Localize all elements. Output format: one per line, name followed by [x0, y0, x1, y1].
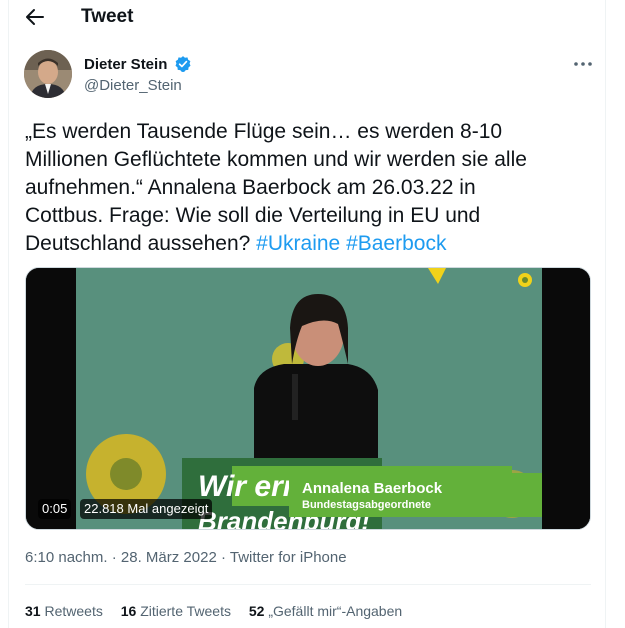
likes-stat[interactable]: 52 „Gefällt mir“-Angaben [249, 603, 402, 619]
tweet-source[interactable]: Twitter for iPhone [230, 549, 347, 566]
lower-third-title: Bundestagsabgeordnete [302, 499, 431, 511]
video-view-count: 22.818 Mal angezeigt [80, 499, 213, 519]
quotes-count: 16 [120, 603, 137, 619]
page-title: Tweet [81, 6, 134, 27]
tweet-stats: 31 Retweets 16 Zitierte Tweets 52 „Gefäl… [25, 603, 416, 619]
lower-third-name: Annalena Baerbock [302, 480, 443, 497]
back-arrow-icon[interactable] [23, 6, 47, 28]
banner-text: Wir ern [198, 470, 301, 503]
retweets-count: 31 [25, 603, 41, 619]
divider [25, 584, 591, 585]
tweet-text: „Es werden Tausende Flüge sein… es werde… [25, 118, 595, 258]
video-frame: Wir ern Brandenburg! Annalena Baerbock B… [26, 268, 590, 529]
hashtag-baerbock[interactable]: #Baerbock [346, 232, 446, 255]
likes-label: „Gefällt mir“-Angaben [268, 603, 403, 619]
tweet-line: Cottbus. Frage: Wie soll die Verteilung … [25, 204, 481, 227]
tweet-line: aufnehmen.“ Annalena Baerbock am 26.03.2… [25, 176, 476, 199]
tweet-line: Millionen Geflüchtete kommen und wir wer… [25, 148, 527, 171]
quotes-label: Zitierte Tweets [140, 603, 231, 619]
tweet-line-text: Deutschland aussehen? [25, 232, 257, 255]
avatar-photo [24, 50, 72, 98]
likes-count: 52 [248, 603, 265, 619]
author-line: Dieter Stein [84, 55, 192, 73]
retweets-label: Retweets [44, 603, 103, 619]
more-options-icon[interactable] [571, 55, 595, 73]
author-name[interactable]: Dieter Stein [84, 56, 167, 73]
quote-tweets-stat[interactable]: 16 Zitierte Tweets [121, 603, 231, 619]
video-player[interactable]: Wir ern Brandenburg! Annalena Baerbock B… [25, 267, 591, 530]
tweet-date[interactable]: 28. März 2022 [121, 549, 217, 566]
hashtag-ukraine[interactable]: #Ukraine [256, 232, 340, 255]
tweet-page: Tweet Dieter Stein @Dieter_Stein „Es wer… [8, 0, 606, 628]
page-header: Tweet [9, 0, 607, 36]
tweet-time[interactable]: 6:10 nachm. [25, 549, 108, 566]
meta-separator: · [216, 549, 230, 566]
tweet-line: Deutschland aussehen? #Ukraine #Baerbock [25, 230, 595, 258]
meta-separator: · [107, 549, 121, 566]
author-handle[interactable]: @Dieter_Stein [84, 77, 182, 94]
tweet-meta: 6:10 nachm. · 28. März 2022 · Twitter fo… [25, 549, 347, 566]
video-time: 0:05 [38, 499, 72, 519]
avatar[interactable] [24, 50, 72, 98]
retweets-stat[interactable]: 31 Retweets [25, 603, 103, 619]
tweet-line: „Es werden Tausende Flüge sein… es werde… [25, 120, 503, 143]
verified-badge-icon [175, 56, 191, 72]
